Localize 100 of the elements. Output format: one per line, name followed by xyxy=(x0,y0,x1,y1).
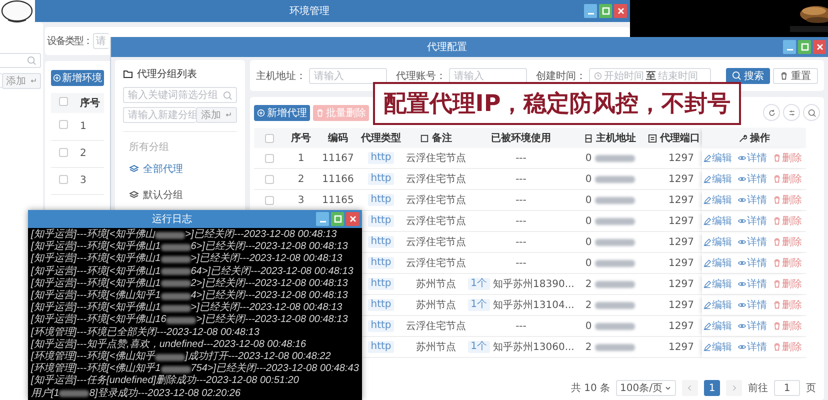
minus-icon xyxy=(320,221,326,223)
group-item[interactable]: 全部代理 xyxy=(123,158,237,180)
action-link[interactable]: 编辑 xyxy=(703,277,732,291)
maximize-button[interactable] xyxy=(331,212,344,226)
add-button[interactable]: 添加 xyxy=(2,73,41,89)
count-tag: 1个 xyxy=(468,278,490,290)
add-button[interactable]: 添加 xyxy=(196,107,237,123)
minimize-button[interactable] xyxy=(316,212,329,226)
eye-icon xyxy=(738,175,746,183)
checkbox[interactable] xyxy=(59,97,68,106)
checkbox[interactable] xyxy=(59,174,68,184)
action-link[interactable]: 删除 xyxy=(773,193,802,207)
action-link[interactable]: 详情 xyxy=(738,172,767,186)
reset-button[interactable]: 重置 xyxy=(773,68,818,84)
action-link[interactable]: 详情 xyxy=(738,277,767,291)
filter-button[interactable] xyxy=(783,104,800,121)
table-cell-text: 云浮住宅节点 xyxy=(406,152,466,165)
close-button[interactable] xyxy=(813,40,826,54)
table-cell: --- xyxy=(516,236,526,248)
action-link[interactable]: 删除 xyxy=(773,340,802,354)
page-size-select[interactable]: 100条/页 xyxy=(616,380,676,396)
action-link[interactable]: 编辑 xyxy=(703,319,732,333)
redaction-mark xyxy=(59,390,90,398)
minimize-button[interactable] xyxy=(783,40,796,54)
action-link[interactable]: 编辑 xyxy=(703,214,732,228)
action-link[interactable]: 删除 xyxy=(773,256,802,270)
table-cell: --- xyxy=(516,152,526,164)
column-header: 备注 xyxy=(432,131,452,145)
input-field[interactable]: 请 xyxy=(93,33,109,49)
add-button[interactable]: 新增环境 xyxy=(51,70,104,86)
page-button[interactable]: 1 xyxy=(704,380,720,396)
close-button[interactable] xyxy=(346,212,359,226)
table-cell: 0 xyxy=(585,174,592,184)
action-link[interactable]: 删除 xyxy=(773,214,802,228)
action-link[interactable]: 删除 xyxy=(773,172,802,186)
section-label: 所有分组 xyxy=(129,142,169,153)
action-link[interactable]: 编辑 xyxy=(703,298,732,312)
search-field[interactable]: 输入关键词筛选分组 xyxy=(123,87,237,103)
action-link[interactable]: 编辑 xyxy=(703,172,732,186)
table-cell-text: 知乎苏州13104... xyxy=(493,298,574,312)
refresh-icon xyxy=(768,108,776,116)
search-button[interactable]: 搜索 xyxy=(726,68,770,84)
edit-icon xyxy=(703,217,711,225)
action-link[interactable]: 删除 xyxy=(773,319,802,333)
action-link[interactable]: 删除 xyxy=(773,151,802,165)
action-link[interactable]: 删除 xyxy=(773,298,802,312)
minus-icon xyxy=(588,13,594,15)
add-button[interactable]: 新增代理 xyxy=(254,104,310,120)
search-button[interactable] xyxy=(803,104,820,121)
eye-icon xyxy=(738,343,746,351)
action-link[interactable]: 删除 xyxy=(773,277,802,291)
chevron-right-icon xyxy=(730,384,738,392)
redaction-mark xyxy=(160,280,191,288)
log-line: 2>]已经关闭---2023-12-08 00:48:13 xyxy=(190,278,348,290)
maximize-button[interactable] xyxy=(798,40,811,54)
log-line: [知乎运营]---环境[<知乎佛山1 xyxy=(31,253,161,266)
type-tag: http xyxy=(368,278,394,290)
table-cell: 0 xyxy=(585,194,592,206)
action-link[interactable]: 编辑 xyxy=(703,340,732,354)
table-cell: 2 xyxy=(585,278,592,290)
edit-icon xyxy=(703,154,711,162)
table-cell: 11167 xyxy=(322,152,354,164)
checkbox[interactable] xyxy=(264,154,274,162)
action-link[interactable]: 编辑 xyxy=(703,235,732,249)
group-item[interactable]: 默认分组 xyxy=(123,184,237,206)
refresh-button[interactable] xyxy=(763,104,780,121)
action-link[interactable]: 详情 xyxy=(738,256,767,270)
edit-icon xyxy=(703,343,711,351)
action-link[interactable]: 详情 xyxy=(738,298,767,312)
action-link[interactable]: 详情 xyxy=(738,151,767,165)
action-link[interactable]: 详情 xyxy=(738,193,767,207)
action-link[interactable]: 编辑 xyxy=(703,256,732,270)
maximize-button[interactable] xyxy=(599,4,612,18)
trash-icon xyxy=(773,259,781,267)
port-icon xyxy=(648,134,657,142)
page-input[interactable]: 1 xyxy=(774,380,800,396)
checkbox[interactable] xyxy=(59,148,68,156)
table-cell: --- xyxy=(516,216,526,226)
action-link[interactable]: 详情 xyxy=(738,340,767,354)
table-cell: 3 xyxy=(298,194,304,206)
action-link[interactable]: 删除 xyxy=(773,235,802,249)
close-button[interactable] xyxy=(614,4,627,18)
action-link[interactable]: 编辑 xyxy=(703,151,732,165)
checkbox[interactable] xyxy=(59,120,68,130)
minimize-button[interactable] xyxy=(584,4,597,18)
checkbox[interactable] xyxy=(264,174,274,184)
input-field[interactable]: 请输入 xyxy=(309,68,387,84)
checkbox[interactable] xyxy=(264,196,274,204)
action-link[interactable]: 详情 xyxy=(738,235,767,249)
column-header: 主机地址 xyxy=(596,131,636,145)
action-link[interactable]: 详情 xyxy=(738,214,767,228)
action-link[interactable]: 详情 xyxy=(738,319,767,333)
date-range-field[interactable]: 开始时间 至 结束时间 xyxy=(589,68,711,84)
next-page-button[interactable] xyxy=(726,380,742,396)
trash-icon xyxy=(773,196,781,204)
action-link[interactable]: 编辑 xyxy=(703,193,732,207)
prev-page-button[interactable] xyxy=(682,380,698,396)
input-field[interactable]: 请输入 xyxy=(449,68,527,84)
checkbox[interactable] xyxy=(264,134,274,142)
table-cell: 1 xyxy=(76,113,104,140)
